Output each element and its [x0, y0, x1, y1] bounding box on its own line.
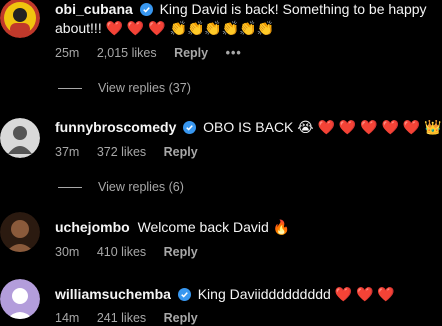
avatar[interactable]: [0, 118, 40, 158]
avatar[interactable]: [0, 212, 40, 252]
divider: [58, 187, 82, 189]
avatar[interactable]: [0, 279, 40, 319]
comment-obi-cubana: obi_cubana King David is back! Something…: [0, 0, 442, 95]
reply-button[interactable]: Reply: [164, 245, 198, 259]
view-replies-label: View replies (37): [98, 81, 191, 95]
comment-uchejombo: uchejombo Welcome back David 🔥 30m 410 l…: [0, 212, 442, 263]
more-options-button[interactable]: •••: [226, 46, 242, 60]
likes-count[interactable]: 241 likes: [97, 311, 146, 325]
timestamp: 30m: [55, 245, 80, 259]
likes-count[interactable]: 372 likes: [97, 145, 146, 159]
username[interactable]: uchejombo: [55, 219, 130, 235]
likes-count[interactable]: 410 likes: [97, 245, 146, 259]
verified-badge-icon: [183, 120, 197, 139]
comment-meta: 30m 410 likes Reply: [55, 244, 212, 260]
timestamp: 37m: [55, 145, 80, 159]
comment-meta: 25m 2,015 likes Reply •••: [55, 45, 256, 61]
comment-text: OBO IS BACK 😭 ❤️ ❤️ ❤️ ❤️ ❤️ 👑 🔄: [203, 119, 442, 135]
comment-text: King David is back! Something to be happ…: [159, 1, 427, 17]
username[interactable]: williamsuchemba: [55, 286, 171, 302]
comment-text-continued: about!!! ❤️ ❤️ ❤️ 👏👏👏👏👏👏: [55, 20, 275, 36]
likes-count[interactable]: 2,015 likes: [97, 46, 157, 60]
reply-button[interactable]: Reply: [174, 46, 208, 60]
timestamp: 14m: [55, 311, 80, 325]
comment-text: Welcome back David 🔥: [137, 219, 291, 235]
comment-meta: 37m 372 likes Reply: [55, 144, 212, 160]
username[interactable]: obi_cubana: [55, 1, 133, 17]
reply-button[interactable]: Reply: [164, 311, 198, 325]
reply-button[interactable]: Reply: [164, 145, 198, 159]
view-replies-label: View replies (6): [98, 180, 184, 194]
view-replies-button[interactable]: View replies (37): [58, 80, 191, 96]
timestamp: 25m: [55, 46, 80, 60]
verified-badge-icon: [177, 287, 191, 306]
username[interactable]: funnybroscomedy: [55, 119, 176, 135]
divider: [58, 88, 82, 90]
view-replies-button[interactable]: View replies (6): [58, 179, 184, 195]
comment-funnybroscomedy: funnybroscomedy OBO IS BACK 😭 ❤️ ❤️ ❤️ ❤…: [0, 118, 442, 198]
avatar[interactable]: [0, 0, 40, 38]
comment-text: King Daviiddddddddd ❤️ ❤️ ❤️: [197, 286, 395, 302]
comment-meta: 14m 241 likes Reply: [55, 310, 212, 326]
comment-williamsuchemba: williamsuchemba King Daviiddddddddd ❤️ ❤…: [0, 279, 442, 326]
